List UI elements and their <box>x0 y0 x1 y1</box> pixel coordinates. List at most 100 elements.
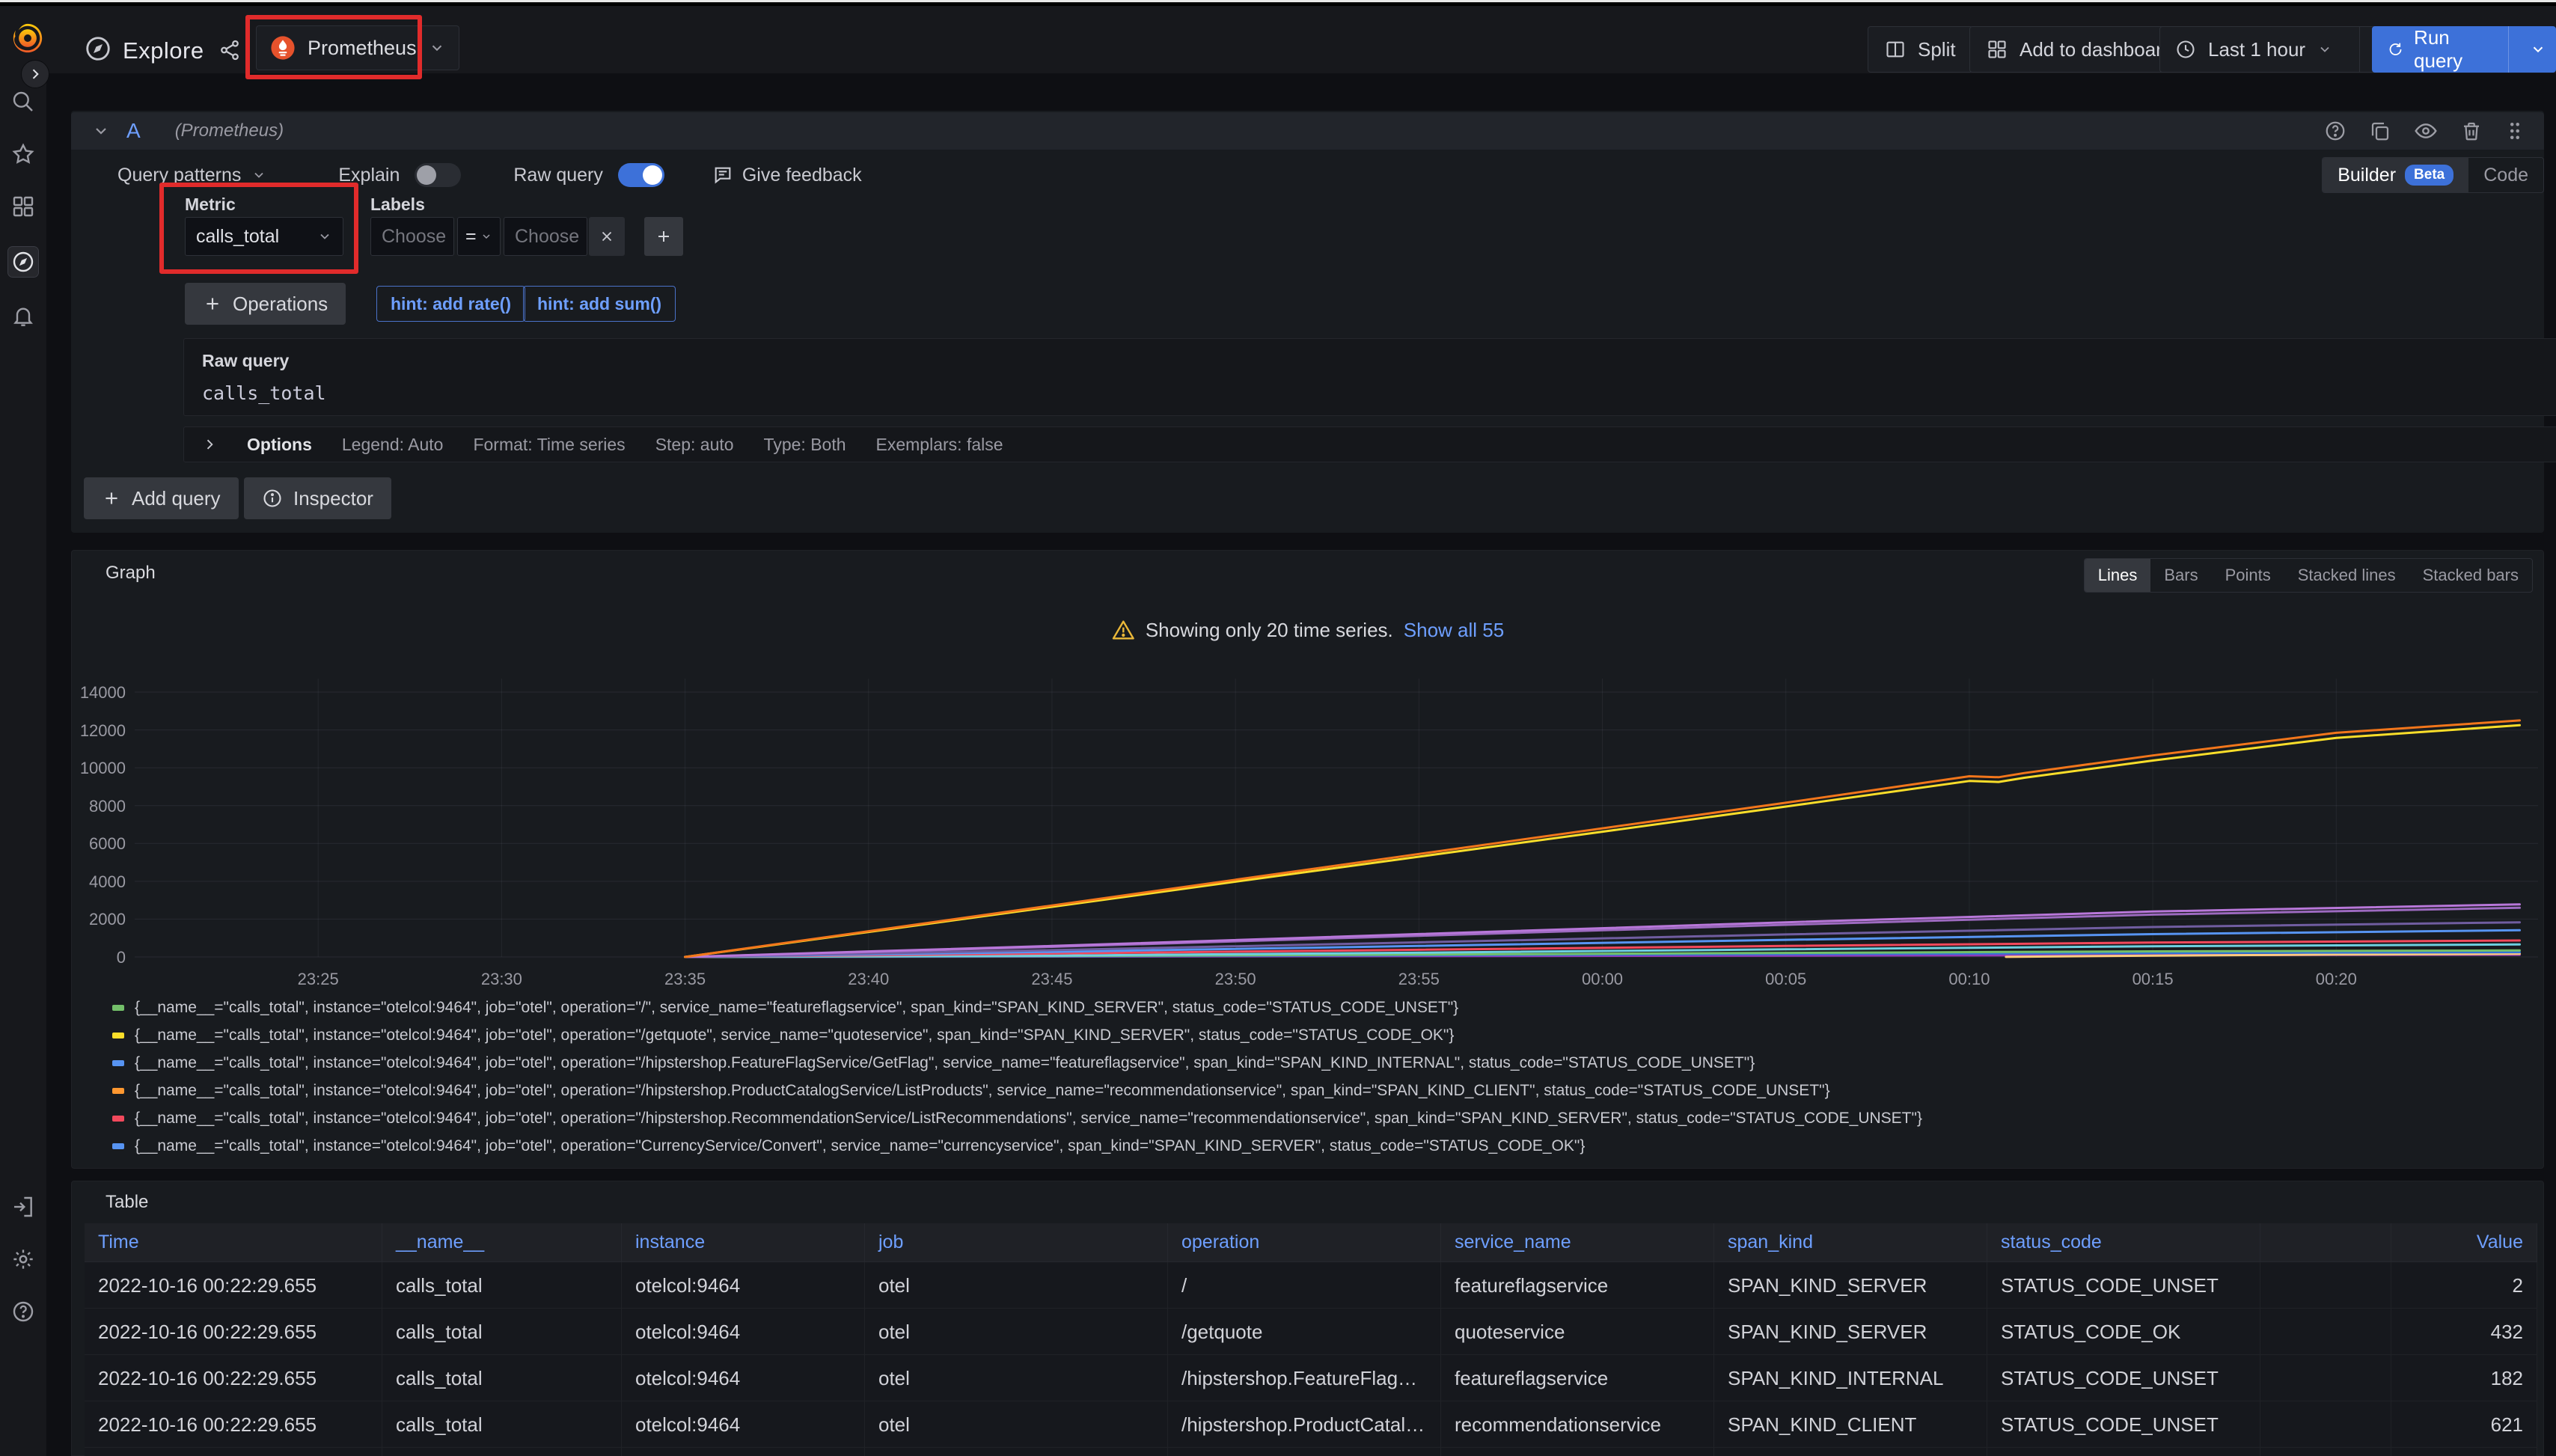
disable-query-eye-icon[interactable] <box>2414 119 2438 143</box>
table-column-header-service-name[interactable]: service_name <box>1441 1223 1714 1262</box>
chevron-down-icon <box>317 229 332 244</box>
metric-label: Metric <box>185 195 236 215</box>
explain-toggle[interactable] <box>415 163 461 187</box>
builder-mode-button[interactable]: Builder Beta <box>2323 158 2468 192</box>
chevron-down-icon <box>251 168 266 183</box>
chevron-down-icon <box>429 40 445 56</box>
query-patterns-dropdown[interactable]: Query patterns <box>117 165 241 186</box>
table-cell: SPAN_KIND_SERVER <box>1714 1448 1987 1456</box>
legend-row[interactable]: {__name__="calls_total", instance="otelc… <box>112 1132 2537 1160</box>
legend-row[interactable]: {__name__="calls_total", instance="otelc… <box>112 1104 2537 1132</box>
table-column-header-span-kind[interactable]: span_kind <box>1714 1223 1987 1262</box>
label-value-select[interactable]: Choose <box>504 217 587 256</box>
query-options-row[interactable]: Options Legend: Auto Format: Time series… <box>183 426 2556 462</box>
time-series-chart[interactable] <box>135 670 2538 969</box>
y-tick-label: 0 <box>117 948 126 967</box>
top-navbar: Explore Prometheus Split <box>0 6 2556 73</box>
remove-query-trash-icon[interactable] <box>2460 120 2483 142</box>
search-icon[interactable] <box>11 90 35 114</box>
table-column-header-value[interactable]: Value <box>2391 1223 2537 1262</box>
show-all-series-link[interactable]: Show all 55 <box>1404 619 1504 642</box>
query-datasource-name: (Prometheus) <box>175 120 284 141</box>
table-column-header-instance[interactable]: instance <box>622 1223 865 1262</box>
labels-label: Labels <box>370 195 425 215</box>
raw-query-toggle[interactable] <box>618 163 664 187</box>
table-panel-title: Table <box>106 1192 148 1213</box>
grafana-explore-page: Explore Prometheus Split <box>0 0 2556 1456</box>
chevron-right-icon <box>28 67 43 82</box>
table-cell: 182 <box>2391 1355 2537 1401</box>
label-operator-select[interactable]: = <box>457 217 501 256</box>
table-row: 2022-10-16 00:22:29.655calls_totalotelco… <box>85 1401 2537 1448</box>
chevron-down-icon <box>2317 42 2332 57</box>
share-icon[interactable] <box>218 39 241 61</box>
graph-mode-stacked-lines[interactable]: Stacked lines <box>2284 559 2409 592</box>
table-column-header-time[interactable]: Time <box>85 1223 382 1262</box>
options-label: Options <box>247 435 312 455</box>
table-cell: otelcol:9464 <box>622 1309 865 1355</box>
legend-series-label: {__name__="calls_total", instance="otelc… <box>135 1137 1585 1155</box>
help-icon[interactable] <box>11 1300 35 1324</box>
option-step: Step: auto <box>655 435 734 455</box>
give-feedback-button[interactable]: Give feedback <box>712 165 862 186</box>
comment-icon <box>712 165 733 186</box>
table-column-header---name--[interactable]: __name__ <box>382 1223 622 1262</box>
legend-series-label: {__name__="calls_total", instance="otelc… <box>135 1027 1454 1044</box>
query-ref-id: A <box>126 119 141 143</box>
legend-series-label: {__name__="calls_total", instance="otelc… <box>135 1110 1922 1128</box>
query-help-icon[interactable] <box>2324 120 2346 142</box>
sign-in-icon[interactable] <box>11 1195 35 1219</box>
graph-mode-stacked-bars[interactable]: Stacked bars <box>2409 559 2532 592</box>
info-circle-icon <box>262 488 283 509</box>
grafana-logo[interactable] <box>10 21 45 55</box>
table-row: 2022-10-16 00:22:29.655calls_totalotelco… <box>85 1448 2537 1456</box>
code-mode-button[interactable]: Code <box>2468 158 2543 192</box>
plus-icon <box>203 294 222 313</box>
time-range-button[interactable]: Last 1 hour <box>2160 26 2347 73</box>
add-operations-button[interactable]: Operations <box>185 283 346 325</box>
metric-select[interactable]: calls_total <box>185 217 343 256</box>
refresh-icon <box>2388 39 2403 60</box>
split-button[interactable]: Split <box>1868 26 1973 73</box>
remove-label-filter-button[interactable] <box>589 217 625 256</box>
legend-row[interactable]: {__name__="calls_total", instance="otelc… <box>112 1077 2537 1104</box>
hint-add-sum-button[interactable]: hint: add sum() <box>523 286 676 322</box>
hint-add-rate-button[interactable]: hint: add rate() <box>376 286 525 322</box>
table-cell: /getquote <box>1168 1309 1441 1355</box>
legend-row[interactable]: {__name__="calls_total", instance="otelc… <box>112 1021 2537 1049</box>
drag-handle-grip-icon[interactable] <box>2505 120 2525 142</box>
datasource-picker[interactable]: Prometheus <box>256 25 459 70</box>
divider <box>2359 26 2360 73</box>
graph-mode-points[interactable]: Points <box>2212 559 2284 592</box>
label-key-placeholder: Choose <box>382 226 446 248</box>
run-query-button[interactable]: Run query <box>2372 26 2556 73</box>
label-key-select[interactable]: Choose <box>370 217 454 256</box>
table-cell: /hipstershop.FeatureFlagService/GetFlag <box>1168 1355 1441 1401</box>
table-cell: 2022-10-16 00:22:29.655 <box>85 1262 382 1309</box>
table-column-header-operation[interactable]: operation <box>1168 1223 1441 1262</box>
table-cell: SPAN_KIND_INTERNAL <box>1714 1355 1987 1401</box>
add-to-dashboard-button[interactable]: Add to dashboard <box>1969 26 2190 73</box>
star-icon[interactable] <box>11 142 35 166</box>
run-query-dropdown[interactable] <box>2521 26 2555 73</box>
table-cell: /hipstershop.ProductCatalogService/ListP… <box>1168 1401 1441 1448</box>
explore-icon[interactable] <box>8 247 38 277</box>
table-header-row: Time__name__instancejoboperationservice_… <box>85 1223 2537 1262</box>
expand-sidebar-button[interactable] <box>21 60 49 88</box>
add-label-filter-button[interactable] <box>644 217 683 256</box>
dashboards-icon[interactable] <box>11 195 35 218</box>
duplicate-query-icon[interactable] <box>2369 120 2391 142</box>
legend-row[interactable]: {__name__="calls_total", instance="otelc… <box>112 1049 2537 1077</box>
settings-gear-icon[interactable] <box>11 1247 35 1271</box>
table-cell <box>2260 1401 2391 1448</box>
legend-row[interactable]: {__name__="calls_total", instance="otelc… <box>112 994 2537 1021</box>
table-column-header-status-code[interactable]: status_code <box>1987 1223 2260 1262</box>
table-panel: Table Time__name__instancejoboperationse… <box>71 1181 2544 1456</box>
query-row-header[interactable]: A (Prometheus) <box>71 112 2544 150</box>
table-column-header-job[interactable]: job <box>865 1223 1168 1262</box>
left-sidebar <box>0 73 46 1456</box>
alerting-bell-icon[interactable] <box>11 304 35 328</box>
inspector-button[interactable]: Inspector <box>244 477 391 519</box>
graph-mode-lines[interactable]: Lines <box>2085 559 2151 592</box>
graph-mode-bars[interactable]: Bars <box>2150 559 2211 592</box>
